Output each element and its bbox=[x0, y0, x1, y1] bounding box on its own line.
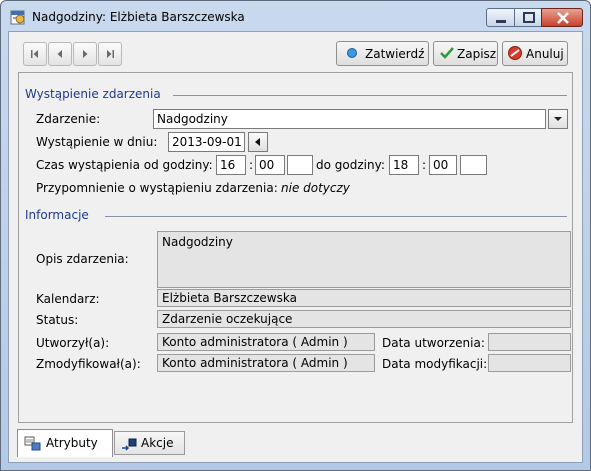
cancel-button[interactable]: Anuluj bbox=[502, 41, 568, 66]
maximize-icon bbox=[523, 12, 535, 23]
close-button[interactable] bbox=[541, 8, 583, 27]
tab-attributes[interactable]: Atrybuty bbox=[17, 429, 113, 457]
from-extra-input[interactable] bbox=[287, 155, 313, 175]
minimize-icon bbox=[496, 20, 506, 23]
save-button-label: Zapisz bbox=[457, 47, 497, 61]
to-extra-input[interactable] bbox=[460, 155, 487, 175]
modified-date-field[interactable] bbox=[488, 354, 571, 372]
next-record-icon bbox=[83, 50, 88, 58]
confirm-button[interactable]: Zatwierdź bbox=[336, 41, 429, 66]
previous-record-icon bbox=[57, 50, 62, 58]
window-title: Nadgodziny: Elżbieta Barszczewska bbox=[32, 10, 245, 24]
last-record-button[interactable] bbox=[98, 42, 122, 66]
calendar-field[interactable]: Elżbieta Barszczewska bbox=[157, 289, 571, 307]
blue-dot-icon bbox=[347, 48, 357, 58]
time-to-label: do godziny: bbox=[316, 158, 385, 172]
modified-by-label: Zmodyfikował(a): bbox=[36, 357, 141, 371]
calendar-event-icon bbox=[10, 9, 26, 25]
to-minute-input[interactable]: 00 bbox=[429, 155, 457, 175]
from-minute-input[interactable]: 00 bbox=[255, 155, 285, 175]
title-bar[interactable]: Nadgodziny: Elżbieta Barszczewska bbox=[1, 1, 590, 31]
info-section-title: Informacje bbox=[25, 208, 89, 222]
time-separator: : bbox=[422, 158, 427, 172]
calendar-label: Kalendarz: bbox=[36, 292, 100, 306]
attributes-icon bbox=[24, 436, 41, 451]
cancel-icon bbox=[508, 46, 522, 60]
first-record-icon bbox=[31, 50, 38, 58]
next-record-button[interactable] bbox=[73, 42, 97, 66]
date-input[interactable]: 2013-09-01 bbox=[168, 132, 245, 152]
first-record-button[interactable] bbox=[23, 42, 47, 66]
to-hour-input[interactable]: 18 bbox=[389, 155, 419, 175]
created-date-field[interactable] bbox=[488, 333, 571, 351]
chevron-down-icon bbox=[554, 117, 562, 121]
reminder-label: Przypomnienie o wystąpieniu zdarzenia: bbox=[36, 181, 278, 195]
created-date-label: Data utworzenia: bbox=[382, 336, 485, 350]
description-field[interactable]: Nadgodziny bbox=[157, 231, 571, 288]
event-dropdown-button[interactable] bbox=[548, 109, 568, 129]
maximize-button[interactable] bbox=[514, 8, 542, 27]
status-label: Status: bbox=[36, 313, 79, 327]
save-button[interactable]: Zapisz bbox=[433, 41, 498, 66]
dialog-window: Nadgodziny: Elżbieta Barszczewska Zatwie… bbox=[0, 0, 591, 471]
tab-actions-label: Akcje bbox=[141, 436, 174, 450]
time-separator: : bbox=[249, 158, 254, 172]
event-label: Zdarzenie: bbox=[36, 112, 101, 126]
section-divider bbox=[105, 216, 567, 217]
from-hour-input[interactable]: 16 bbox=[216, 155, 246, 175]
last-record-icon bbox=[107, 50, 114, 58]
modified-by-field[interactable]: Konto administratora ( Admin ) bbox=[157, 354, 375, 372]
created-by-label: Utworzył(a): bbox=[36, 336, 110, 350]
status-field[interactable]: Zdarzenie oczekujące bbox=[157, 310, 571, 328]
checkmark-icon bbox=[440, 47, 454, 59]
date-picker-button[interactable] bbox=[248, 132, 268, 152]
cancel-button-label: Anuluj bbox=[526, 47, 564, 61]
date-label: Wystąpienie w dniu: bbox=[36, 135, 158, 149]
arrow-left-icon bbox=[255, 138, 260, 146]
reminder-value: nie dotyczy bbox=[281, 181, 350, 195]
tab-actions[interactable]: Akcje bbox=[114, 431, 185, 455]
occurrence-section-title: Wystąpienie zdarzenia bbox=[25, 87, 161, 101]
modified-date-label: Data modyfikacji: bbox=[382, 357, 488, 371]
attributes-panel: Wystąpienie zdarzenia Zdarzenie: Nadgodz… bbox=[18, 72, 573, 423]
dialog-client-area: Zatwierdź Zapisz Anuluj Wystąpienie zdar… bbox=[8, 31, 583, 463]
event-select-value[interactable]: Nadgodziny bbox=[153, 109, 546, 129]
description-label: Opis zdarzenia: bbox=[36, 252, 129, 266]
actions-icon bbox=[122, 438, 137, 451]
confirm-button-label: Zatwierdź bbox=[365, 47, 425, 61]
previous-record-button[interactable] bbox=[48, 42, 72, 66]
close-icon bbox=[557, 12, 569, 24]
tab-attributes-label: Atrybuty bbox=[46, 436, 98, 450]
time-from-label: Czas wystąpienia od godziny: bbox=[36, 158, 213, 172]
created-by-field[interactable]: Konto administratora ( Admin ) bbox=[157, 333, 375, 351]
minimize-button[interactable] bbox=[486, 8, 515, 27]
section-divider bbox=[173, 95, 567, 96]
